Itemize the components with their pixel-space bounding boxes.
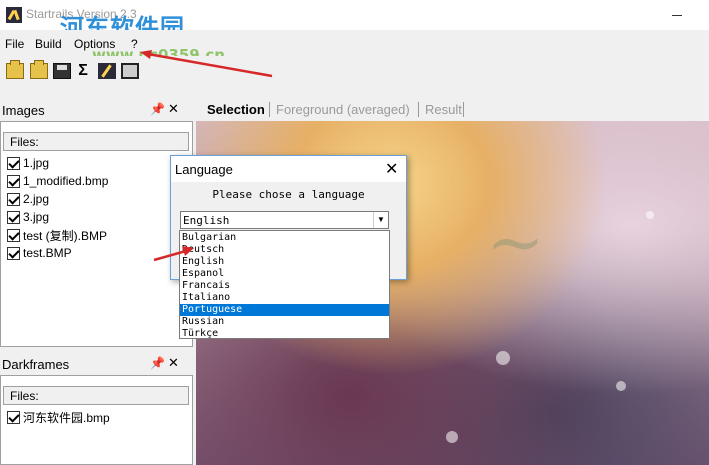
language-option[interactable]: Italiano <box>180 292 389 304</box>
dialog-titlebar: Language ✕ <box>171 156 406 182</box>
list-item[interactable]: 河东软件园.bmp <box>7 408 110 426</box>
tab-divider <box>418 102 419 117</box>
tab-foreground[interactable]: Foreground (averaged) <box>276 102 410 117</box>
star-trails-icon[interactable] <box>98 63 116 79</box>
sum-icon[interactable]: Σ <box>74 63 92 79</box>
title-bar: Startrails Version 2.3 河东软件园 <box>0 0 709 42</box>
pin-icon[interactable]: 📌 <box>150 102 165 116</box>
image-sparkle <box>646 211 654 219</box>
language-option[interactable]: Espanol <box>180 268 389 280</box>
list-item[interactable]: test (复制).BMP <box>7 226 107 244</box>
images-files-label: Files: <box>3 132 189 151</box>
menu-build[interactable]: Build <box>35 37 62 51</box>
darkframes-panel-title: Darkframes <box>2 357 70 372</box>
tab-divider <box>269 102 270 117</box>
checkbox[interactable] <box>7 210 20 224</box>
language-option[interactable]: Bulgarian <box>180 232 389 244</box>
close-icon[interactable]: ✕ <box>385 159 398 179</box>
language-option[interactable]: English <box>180 256 389 268</box>
list-item[interactable]: test.BMP <box>7 244 72 262</box>
dialog-prompt: Please chose a language <box>212 188 365 201</box>
language-dropdown: Bulgarian Deutsch English Espanol Franca… <box>179 230 390 339</box>
language-option[interactable]: Deutsch <box>180 244 389 256</box>
list-item[interactable]: 1_modified.bmp <box>7 172 108 190</box>
menu-file[interactable]: File <box>5 37 24 51</box>
save-icon[interactable] <box>53 63 71 79</box>
language-option[interactable]: Russian <box>180 316 389 328</box>
checkbox[interactable] <box>7 246 20 260</box>
checkbox[interactable] <box>7 228 20 242</box>
pin-icon[interactable]: 📌 <box>150 356 165 370</box>
tab-bar: Selection Foreground (averaged) Result <box>196 97 709 121</box>
darkframes-files-label: Files: <box>3 386 189 405</box>
chevron-down-icon[interactable]: ▼ <box>373 212 388 228</box>
image-sparkle <box>446 431 458 443</box>
image-sparkle <box>496 351 510 365</box>
images-panel-title: Images <box>2 103 45 118</box>
images-panel: Files: 1.jpg 1_modified.bmp 2.jpg 3.jpg … <box>0 121 193 347</box>
close-icon[interactable]: ✕ <box>168 355 179 371</box>
darkframes-panel: Files: 河东软件园.bmp <box>0 375 193 465</box>
list-item[interactable]: 3.jpg <box>7 208 49 226</box>
app-icon <box>6 7 22 23</box>
checkbox[interactable] <box>7 192 20 206</box>
language-select-value: English <box>183 214 230 227</box>
language-select[interactable]: English ▼ <box>180 211 389 229</box>
language-option-highlighted[interactable]: Portuguese <box>180 304 389 316</box>
minimize-button[interactable] <box>654 0 700 30</box>
toolbar: Σ <box>0 56 709 86</box>
checkbox[interactable] <box>7 410 20 424</box>
open-folder-icon[interactable] <box>6 60 24 79</box>
tab-selection[interactable]: Selection <box>207 102 265 117</box>
image-sparkle <box>616 381 626 391</box>
list-item[interactable]: 2.jpg <box>7 190 49 208</box>
open-files-icon[interactable] <box>30 60 48 79</box>
language-option[interactable]: Türkçe <box>180 328 389 340</box>
checkbox[interactable] <box>7 156 20 170</box>
language-option[interactable]: Francais <box>180 280 389 292</box>
dialog-title: Language <box>175 162 233 177</box>
close-icon[interactable]: ✕ <box>168 101 179 117</box>
image-scribble: ~ <box>486 201 545 283</box>
tab-divider <box>463 102 464 117</box>
tab-result[interactable]: Result <box>425 102 462 117</box>
checkbox[interactable] <box>7 174 20 188</box>
images-panel-header: Images 📌 ✕ <box>0 99 193 121</box>
list-item[interactable]: 1.jpg <box>7 154 49 172</box>
darkframes-panel-header: Darkframes 📌 ✕ <box>0 353 193 375</box>
annotation-arrow <box>140 50 273 78</box>
annotation-arrow <box>153 246 194 262</box>
